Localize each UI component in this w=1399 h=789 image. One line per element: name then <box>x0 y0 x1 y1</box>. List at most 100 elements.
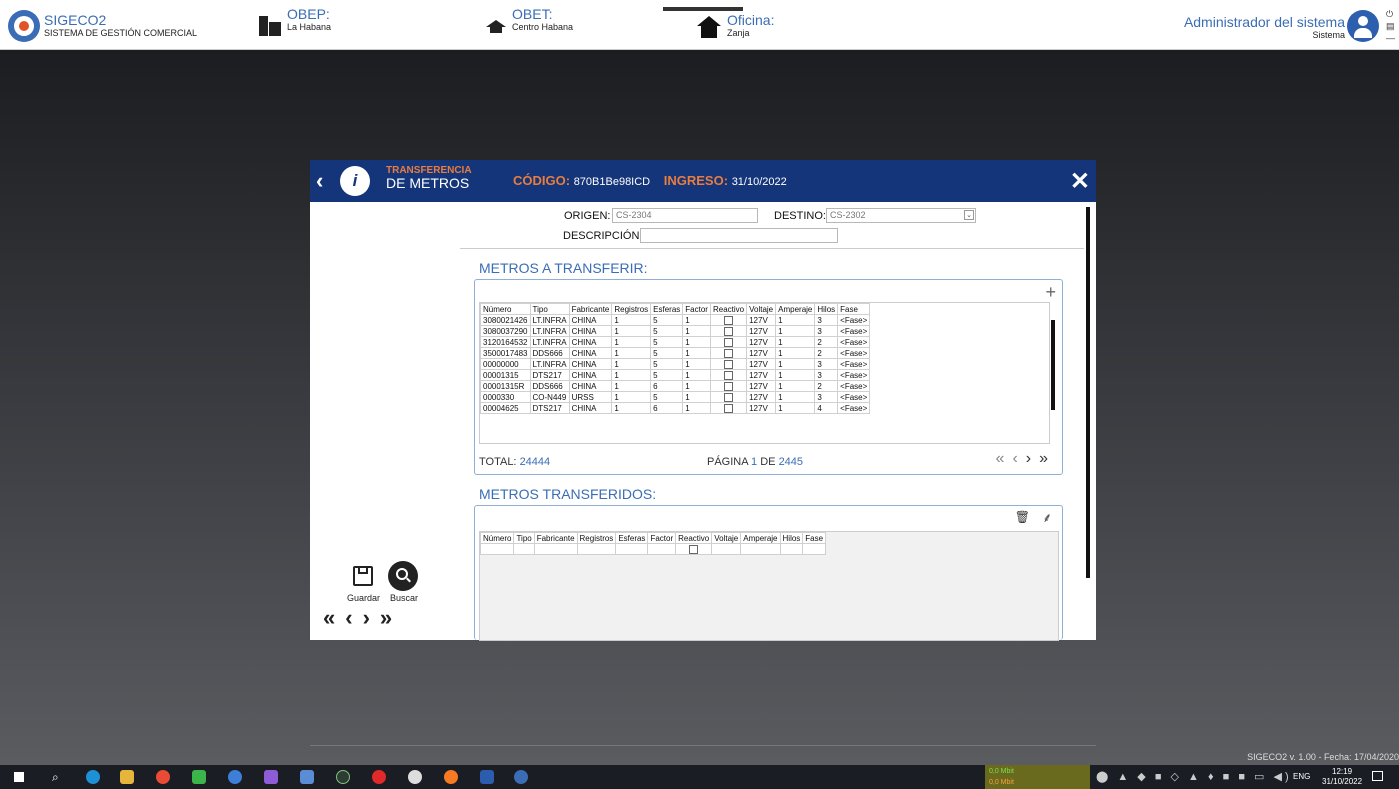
column-header[interactable]: Reactivo <box>709 303 748 315</box>
obs-icon[interactable] <box>408 770 422 784</box>
reactivo-checkbox[interactable] <box>709 402 748 414</box>
table-cell: <Fase> <box>837 336 871 348</box>
descripcion-input[interactable] <box>640 228 838 243</box>
vertical-scrollbar[interactable] <box>1086 207 1090 578</box>
tool-icon[interactable] <box>300 770 314 784</box>
back-icon[interactable]: ‹ <box>316 168 323 194</box>
edge-icon[interactable] <box>86 770 100 784</box>
last-page-icon[interactable]: » <box>1039 450 1056 467</box>
table-row[interactable]: 00000000 LT.INFRA CHINA 1 5 1 127V 1 3 <Fase> <box>480 358 871 370</box>
column-header[interactable]: Factor <box>682 303 711 315</box>
checkbox[interactable] <box>689 544 699 554</box>
tray-icons[interactable]: ⬤ ▲ ◆ ■ ◇ ▲ ♦ ■ ■ ▭ ◀) <box>1096 770 1292 783</box>
table-row[interactable]: 3120164532 LT.INFRA CHINA 1 5 1 127V 1 2 <Fase> <box>480 336 871 348</box>
reactivo-checkbox[interactable] <box>675 543 713 555</box>
column-header[interactable]: Fase <box>837 303 871 315</box>
column-header[interactable]: Factor <box>647 532 677 544</box>
clock-date[interactable]: 31/10/2022 <box>1322 777 1362 787</box>
checkbox[interactable] <box>724 326 734 336</box>
checkbox[interactable] <box>724 337 734 347</box>
column-header[interactable]: Amperaje <box>775 303 816 315</box>
search-icon[interactable] <box>388 561 418 591</box>
column-header[interactable]: Voltaje <box>746 303 777 315</box>
close-icon[interactable]: ✕ <box>1070 167 1090 196</box>
checkbox[interactable] <box>724 403 734 413</box>
prev-page-icon[interactable]: ‹ <box>1012 450 1025 467</box>
column-header[interactable]: Fabricante <box>533 532 578 544</box>
trash-icon[interactable]: 🗑 <box>1015 510 1030 524</box>
table-row[interactable]: 3080021426 LT.INFRA CHINA 1 5 1 127V 1 3 <Fase> <box>480 314 871 326</box>
column-header[interactable]: Número <box>479 532 515 544</box>
reactivo-checkbox[interactable] <box>709 380 748 392</box>
checkbox[interactable] <box>724 315 734 325</box>
checkbox[interactable] <box>724 381 734 391</box>
reactivo-checkbox[interactable] <box>709 347 748 359</box>
user-name[interactable]: Administrador del sistema <box>1184 14 1345 30</box>
visual-studio-icon[interactable] <box>264 770 278 784</box>
next-page-icon[interactable]: › <box>1026 450 1039 467</box>
chrome-icon[interactable] <box>156 770 170 784</box>
table-scrollbar[interactable] <box>1051 320 1055 410</box>
table-row[interactable]: 3080037290 LT.INFRA CHINA 1 5 1 127V 1 3 <Fase> <box>480 325 871 337</box>
broom-icon[interactable]: ⸙ <box>1042 508 1052 526</box>
column-header[interactable]: Hilos <box>779 532 804 544</box>
window-handle[interactable] <box>663 7 743 11</box>
file-explorer-icon[interactable] <box>120 770 134 784</box>
opera-icon[interactable] <box>372 770 386 784</box>
checkbox[interactable] <box>724 370 734 380</box>
table-row[interactable]: 00001315R DDS666 CHINA 1 6 1 127V 1 2 <Fase> <box>480 380 871 392</box>
first-record-icon[interactable]: « <box>323 605 345 630</box>
column-header[interactable]: Tipo <box>513 532 535 544</box>
table-row[interactable]: 0000330 CO-N449 URSS 1 5 1 127V 1 3 <Fase> <box>480 391 871 403</box>
firefox-icon[interactable] <box>444 770 458 784</box>
checkbox[interactable] <box>724 348 734 358</box>
next-record-icon[interactable]: › <box>363 605 380 630</box>
reactivo-checkbox[interactable] <box>709 336 748 348</box>
clock-time[interactable]: 12:19 <box>1322 767 1362 777</box>
language-indicator[interactable]: ENG <box>1293 772 1310 781</box>
guardar-button-label[interactable]: Guardar <box>347 593 380 603</box>
add-icon[interactable]: + <box>1045 282 1056 303</box>
app-blue-icon[interactable] <box>228 770 242 784</box>
reactivo-checkbox[interactable] <box>709 358 748 370</box>
user-avatar-icon[interactable] <box>1347 10 1379 42</box>
notifications-icon[interactable] <box>1372 771 1383 781</box>
checkbox[interactable] <box>724 392 734 402</box>
save-icon[interactable] <box>353 566 373 586</box>
info-icon[interactable]: i <box>340 166 370 196</box>
first-page-icon[interactable]: « <box>996 450 1013 467</box>
side-menu-icons[interactable]: ⏻ ▤ — <box>1386 8 1396 44</box>
column-header[interactable]: Registros <box>576 532 617 544</box>
chevron-down-icon[interactable]: ⌄ <box>964 210 974 220</box>
column-header[interactable]: Registros <box>611 303 652 315</box>
column-header[interactable]: Fabricante <box>568 303 613 315</box>
sigeco-taskbar-icon[interactable] <box>514 770 528 784</box>
checkbox[interactable] <box>724 359 734 369</box>
column-header[interactable]: Fase <box>802 532 827 544</box>
column-header[interactable]: Amperaje <box>740 532 781 544</box>
windows-start-icon[interactable] <box>14 772 24 782</box>
column-header[interactable]: Reactivo <box>675 532 713 544</box>
origen-input[interactable]: CS-2304 <box>612 208 758 223</box>
table-row[interactable]: 3500017483 DDS666 CHINA 1 5 1 127V 1 2 <Fase> <box>480 347 871 359</box>
buscar-button-label[interactable]: Buscar <box>390 593 418 603</box>
table-row[interactable]: 00001315 DTS217 CHINA 1 5 1 127V 1 3 <Fase> <box>480 369 871 381</box>
reactivo-checkbox[interactable] <box>709 325 748 337</box>
destino-select[interactable]: CS-2302 <box>826 208 976 223</box>
column-header[interactable]: Esferas <box>650 303 684 315</box>
search-taskbar-icon[interactable]: ⌕ <box>52 770 59 785</box>
word-icon[interactable] <box>480 770 494 784</box>
table-row[interactable]: 00004625 DTS217 CHINA 1 6 1 127V 1 4 <Fase> <box>480 402 871 414</box>
column-header[interactable]: Voltaje <box>711 532 742 544</box>
column-header[interactable]: Esferas <box>615 532 649 544</box>
app-green-icon[interactable] <box>192 770 206 784</box>
last-record-icon[interactable]: » <box>380 605 402 630</box>
u-app-icon[interactable] <box>336 770 350 784</box>
reactivo-checkbox[interactable] <box>709 369 748 381</box>
prev-record-icon[interactable]: ‹ <box>345 605 362 630</box>
reactivo-checkbox[interactable] <box>709 391 748 403</box>
column-header[interactable]: Número <box>480 303 531 315</box>
column-header[interactable]: Tipo <box>529 303 570 315</box>
reactivo-checkbox[interactable] <box>709 314 748 326</box>
column-header[interactable]: Hilos <box>814 303 839 315</box>
